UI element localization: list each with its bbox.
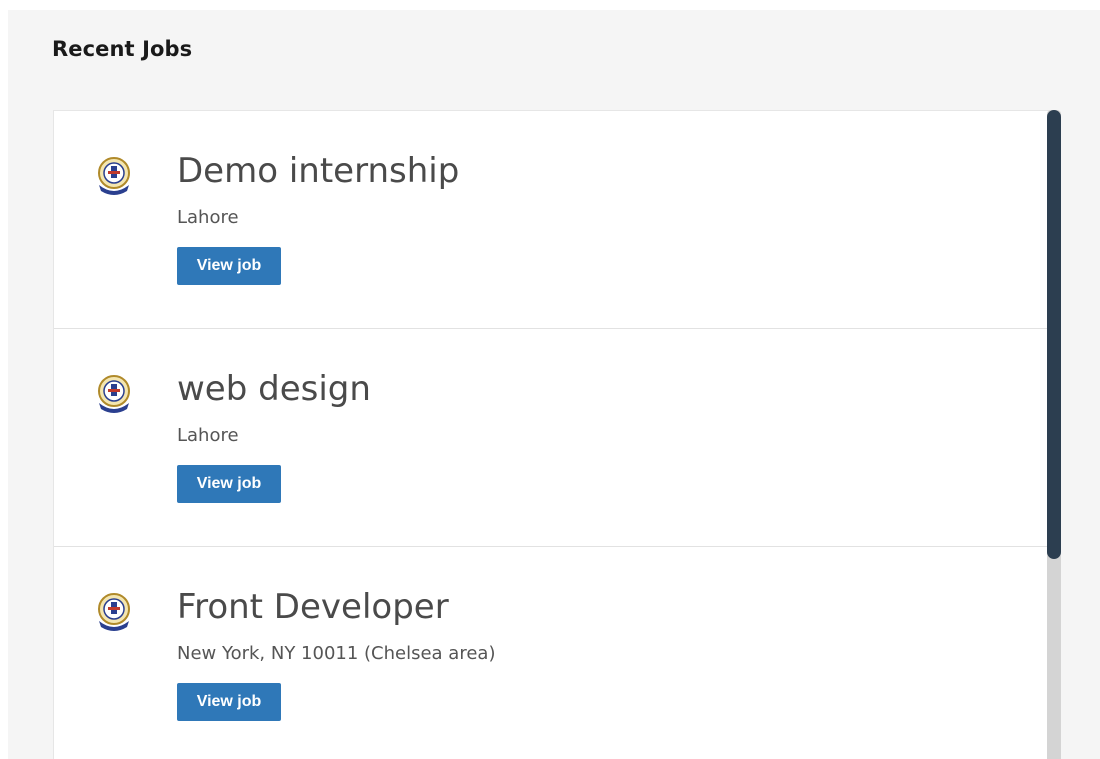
- job-item: Demo internship Lahore View job: [54, 111, 1054, 329]
- job-item: Front Developer New York, NY 10011 (Chel…: [54, 547, 1054, 759]
- section-title: Recent Jobs: [52, 37, 193, 61]
- job-location: New York, NY 10011 (Chelsea area): [177, 643, 496, 664]
- job-title: web design: [177, 369, 371, 409]
- job-item: web design Lahore View job: [54, 329, 1054, 547]
- job-title: Demo internship: [177, 151, 460, 191]
- job-title: Front Developer: [177, 587, 449, 627]
- job-location: Lahore: [177, 207, 239, 228]
- job-location: Lahore: [177, 425, 239, 446]
- university-crest-icon: [96, 373, 132, 417]
- university-crest-icon: [96, 155, 132, 199]
- view-job-button[interactable]: View job: [177, 247, 281, 285]
- scrollbar-thumb[interactable]: [1047, 110, 1061, 559]
- view-job-button[interactable]: View job: [177, 465, 281, 503]
- university-crest-icon: [96, 591, 132, 635]
- recent-jobs-panel: Recent Jobs Demo internship Lahore View …: [8, 10, 1100, 759]
- jobs-list: Demo internship Lahore View job web desi…: [53, 110, 1054, 759]
- view-job-button[interactable]: View job: [177, 683, 281, 721]
- scrollbar-track[interactable]: [1047, 110, 1061, 759]
